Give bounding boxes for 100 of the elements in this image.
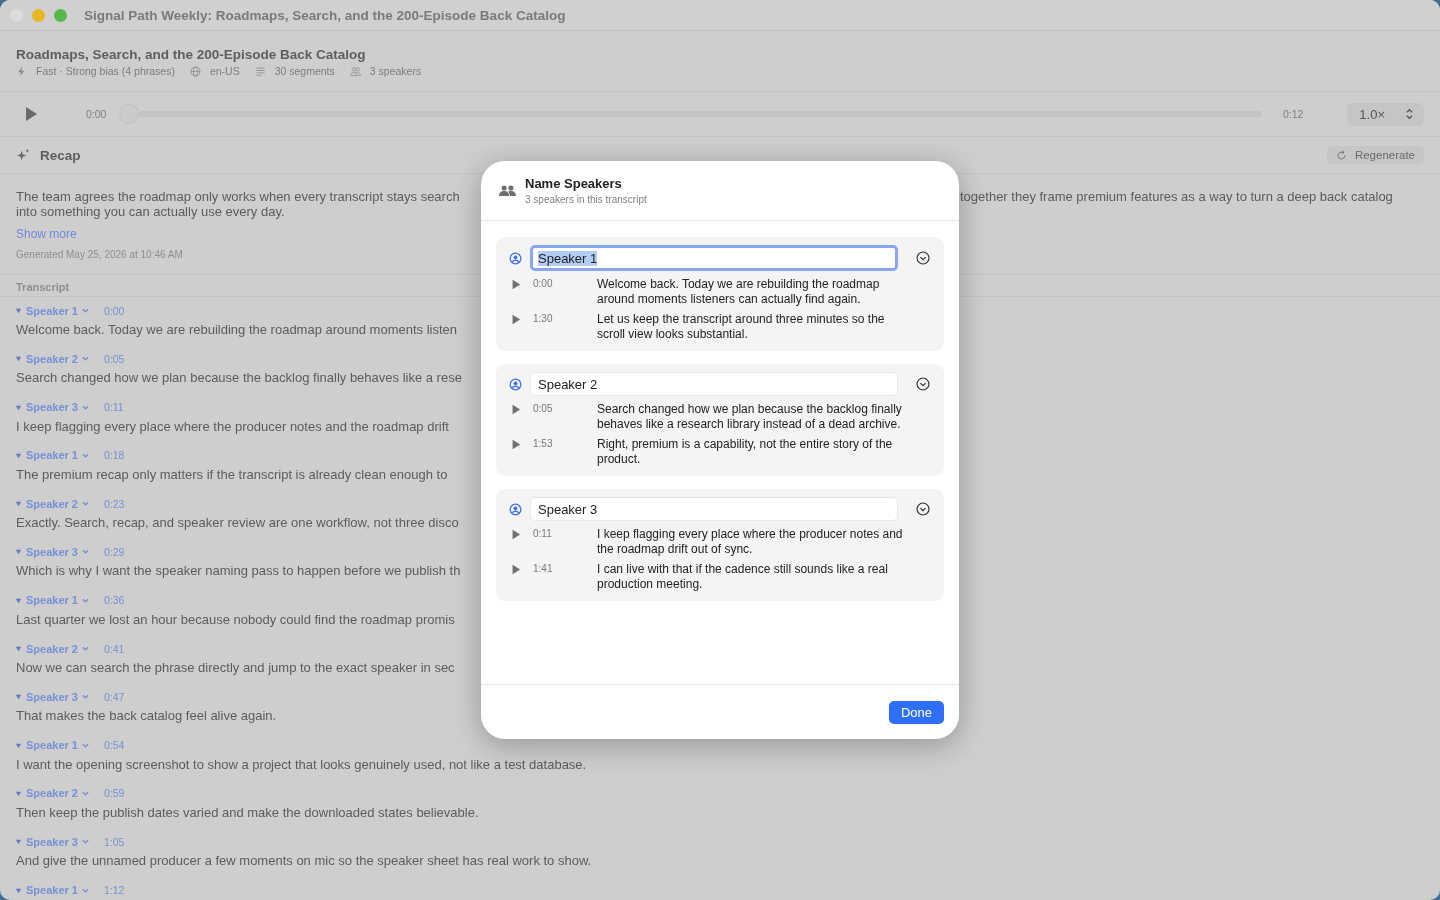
user-circle-icon (509, 502, 522, 516)
metadata-text: en-US (209, 65, 240, 77)
timestamp[interactable]: 0:36 (104, 594, 125, 607)
chevron-down-icon (81, 354, 90, 364)
chevron-down-icon (81, 692, 90, 702)
disclosure-triangle-icon[interactable] (15, 548, 22, 556)
play-icon[interactable] (24, 106, 38, 122)
speaker-menu[interactable]: Speaker 2 (26, 497, 90, 510)
chevron-down-icon (81, 499, 90, 509)
timestamp[interactable]: 1:05 (104, 835, 125, 848)
chevron-down-icon (81, 644, 90, 654)
disclosure-triangle-icon[interactable] (15, 789, 22, 797)
disclosure-triangle-icon[interactable] (15, 645, 22, 653)
disclosure-triangle-icon[interactable] (15, 741, 22, 749)
transcript-text: Then keep the publish dates varied and make the downloaded states believable. (16, 804, 479, 821)
disclosure-triangle-icon[interactable] (15, 403, 22, 411)
speaker-menu[interactable]: Speaker 3 (26, 546, 90, 558)
speaker-menu[interactable]: Speaker 1 (26, 304, 90, 317)
speaker-menu[interactable]: Speaker 3 (26, 401, 90, 414)
play-icon[interactable] (511, 404, 521, 415)
segment-text: I keep flagging every place where the producer notes and the roadmap drift out of sync. (597, 527, 904, 556)
metadata-text: Fast · Strong bias (4 phrases) (36, 65, 175, 77)
lines-icon (254, 65, 266, 77)
disclosure-triangle-icon[interactable] (15, 693, 22, 701)
disclosure-triangle-icon[interactable] (15, 500, 22, 508)
disclosure-triangle-icon[interactable] (15, 838, 22, 846)
disclosure-triangle-icon[interactable] (15, 451, 22, 459)
speaker-menu[interactable]: Speaker 1 (26, 449, 90, 462)
chevron-circle-icon[interactable] (916, 377, 930, 391)
done-button[interactable]: Done (888, 700, 944, 724)
speaker-menu[interactable]: Speaker 1 (26, 739, 90, 752)
recap-text: into something you can actually use every day. (16, 204, 285, 219)
transcript-text: Which is why I want the speaker naming pass to happen before we publish th (16, 563, 461, 580)
timestamp[interactable]: 0:18 (104, 449, 125, 462)
people-icon (499, 183, 516, 198)
window-title: Signal Path Weekly: Roadmaps, Search, and the 200-Episode Back Catalog (84, 7, 566, 23)
timestamp[interactable]: 0:00 (104, 304, 125, 317)
segment-text: Right, premium is a capability, not the entire story of the product. (597, 437, 894, 466)
speaker-menu[interactable]: Speaker 2 (26, 787, 90, 800)
timestamp: 0:11 (533, 527, 553, 540)
play-icon[interactable] (511, 529, 521, 540)
chevron-circle-icon[interactable] (916, 502, 930, 516)
transcript-text: And give the unnamed producer a few moments on mic so the speaker sheet has real work to show. (16, 853, 592, 870)
speaker-menu[interactable]: Speaker 3 (26, 835, 90, 848)
dialog-title: Name Speakers (525, 176, 623, 191)
sparkles-icon (16, 147, 31, 163)
timestamp[interactable]: 0:29 (104, 546, 125, 558)
timestamp: 1:41 (533, 562, 554, 575)
user-circle-icon (509, 377, 522, 391)
people-icon (349, 65, 361, 77)
metadata-text: 30 segments (274, 65, 335, 77)
disclosure-triangle-icon[interactable] (15, 355, 22, 363)
speaker-menu[interactable]: Speaker 1 (26, 884, 90, 897)
speaker-menu[interactable]: Speaker 1 (26, 594, 90, 607)
segment-text: I can live with that if the cadence still sounds like a real production meeting. (597, 562, 889, 591)
play-icon[interactable] (511, 314, 521, 325)
speaker-menu[interactable]: Speaker 2 (26, 642, 90, 655)
timestamp[interactable]: 0:47 (104, 690, 125, 703)
timestamp[interactable]: 0:05 (104, 352, 125, 365)
elapsed-time: 0:00 (86, 108, 107, 120)
chevron-circle-icon[interactable] (916, 251, 930, 265)
window-control-button[interactable] (54, 8, 67, 22)
transcript-text: That makes the back catalog feel alive again. (16, 708, 277, 725)
speaker-menu[interactable]: Speaker 2 (26, 352, 90, 365)
show-more-link[interactable]: Show more (16, 227, 77, 241)
speed-popup[interactable]: 1.0× (1347, 102, 1424, 126)
updown-chevron-icon (1405, 108, 1414, 120)
name-field[interactable]: Speaker 2 (530, 372, 898, 396)
transcript-text: Search changed how we plan because the backlog finally behaves like a rese (16, 370, 462, 387)
transcript-text: Welcome back. Today we are rebuilding the roadmap around moments listen (16, 322, 458, 338)
disclosure-triangle-icon[interactable] (15, 886, 22, 894)
timestamp[interactable]: 1:12 (104, 884, 125, 897)
chevron-down-icon (81, 306, 90, 315)
timestamp: 0:00 (533, 277, 554, 290)
regenerate-button[interactable]: Regenerate (1326, 146, 1424, 164)
timestamp[interactable]: 0:41 (104, 642, 125, 655)
name-field[interactable]: Speaker 1 (530, 245, 898, 271)
metadata-text: 3 speakers (369, 65, 422, 77)
disclosure-triangle-icon[interactable] (15, 596, 22, 604)
timestamp[interactable]: 0:59 (104, 787, 125, 800)
recap-text: The team agrees the roadmap only works when every transcript stays search (16, 189, 460, 204)
generated-date: Generated May 25, 2026 at 10:46 AM (16, 249, 183, 260)
timestamp: 0:05 (533, 402, 554, 415)
recap-text: together they frame premium features as a way to turn a deep back catalog (960, 189, 1393, 204)
timestamp: 1:53 (533, 437, 554, 450)
disclosure-triangle-icon[interactable] (15, 307, 22, 314)
timestamp[interactable]: 0:11 (104, 401, 124, 414)
play-icon[interactable] (511, 439, 521, 450)
transcript-text: The premium recap only matters if the transcript is already clean enough to (16, 466, 448, 483)
speaker-menu[interactable]: Speaker 3 (26, 690, 90, 703)
transcript-text: Last quarter we lost an hour because nobody could find the roadmap promis (16, 611, 455, 628)
timestamp[interactable]: 0:23 (104, 497, 125, 510)
transcript-text: I want the opening screenshot to show a project that looks genuinely used, not like a test database. (16, 756, 587, 773)
segment-text: Search changed how we plan because the backlog finally behaves like a research library instead of a dead archive. (597, 402, 903, 431)
timestamp[interactable]: 0:54 (104, 739, 125, 752)
play-icon[interactable] (511, 564, 521, 575)
play-icon[interactable] (511, 279, 521, 290)
segment-text: Let us keep the transcript around three minutes so the scroll view looks substantial. (597, 312, 886, 341)
transcript-text: Now we can search the phrase directly and jump to the exact speaker in sec (16, 660, 455, 677)
name-field[interactable]: Speaker 3 (530, 497, 898, 521)
